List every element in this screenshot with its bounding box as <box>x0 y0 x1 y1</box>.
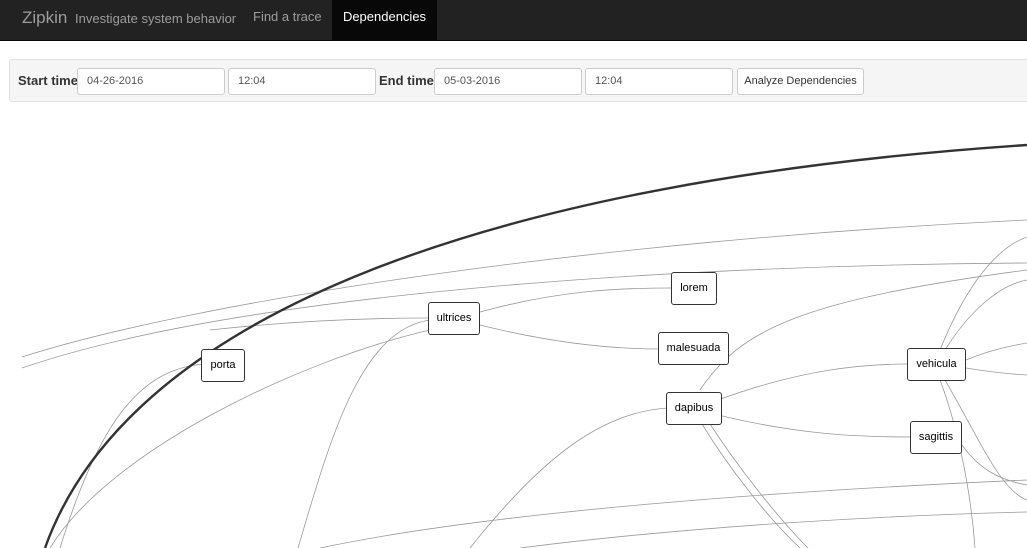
edge <box>965 367 1027 376</box>
edge <box>21 262 1027 369</box>
edge <box>21 219 1027 358</box>
start-time-input[interactable]: 12:04 <box>228 68 376 95</box>
brand-tagline: Investigate system behavior <box>75 11 237 26</box>
service-node-sagittis[interactable]: sagittis <box>910 421 962 454</box>
edge <box>519 511 1027 548</box>
service-node-lorem[interactable]: lorem <box>671 272 717 305</box>
edge <box>717 363 909 401</box>
edge <box>297 319 431 548</box>
edge <box>717 414 913 438</box>
edge <box>961 444 1027 486</box>
analyze-dependencies-button[interactable]: Analyze Dependencies <box>737 68 864 95</box>
edge <box>699 269 1027 391</box>
nav-dependencies[interactable]: Dependencies <box>332 0 437 41</box>
edge <box>319 479 1027 548</box>
edge <box>944 279 1027 351</box>
start-time-label: Start time <box>18 73 78 88</box>
service-node-vehicula[interactable]: vehicula <box>907 348 966 381</box>
edge <box>709 423 809 548</box>
edge <box>939 236 1027 351</box>
edge <box>939 379 976 548</box>
top-navbar: Zipkin Investigate system behavior Find … <box>0 0 1027 41</box>
end-date-input[interactable]: 05-03-2016 <box>434 68 582 95</box>
edge <box>701 423 801 548</box>
brand-logo[interactable]: Zipkin <box>22 8 67 28</box>
query-form: Start time 04-26-2016 12:04 End time 05-… <box>9 59 1027 102</box>
dependency-edges <box>21 143 1027 548</box>
start-date-input[interactable]: 04-26-2016 <box>77 68 225 95</box>
nav-find-trace[interactable]: Find a trace <box>240 0 335 41</box>
service-node-dapibus[interactable]: dapibus <box>666 392 722 425</box>
end-time-input[interactable]: 12:04 <box>585 68 733 95</box>
edge <box>479 324 661 350</box>
edge <box>479 287 674 313</box>
edge <box>209 317 431 331</box>
dependency-graph[interactable]: porta ultrices lorem malesuada dapibus v… <box>0 103 1027 548</box>
end-time-label: End time <box>379 73 434 88</box>
edge <box>59 363 204 548</box>
edge <box>965 342 1027 361</box>
service-node-ultrices[interactable]: ultrices <box>428 302 480 335</box>
service-node-malesuada[interactable]: malesuada <box>658 332 729 365</box>
service-node-porta[interactable]: porta <box>201 349 245 382</box>
edge <box>469 407 669 548</box>
